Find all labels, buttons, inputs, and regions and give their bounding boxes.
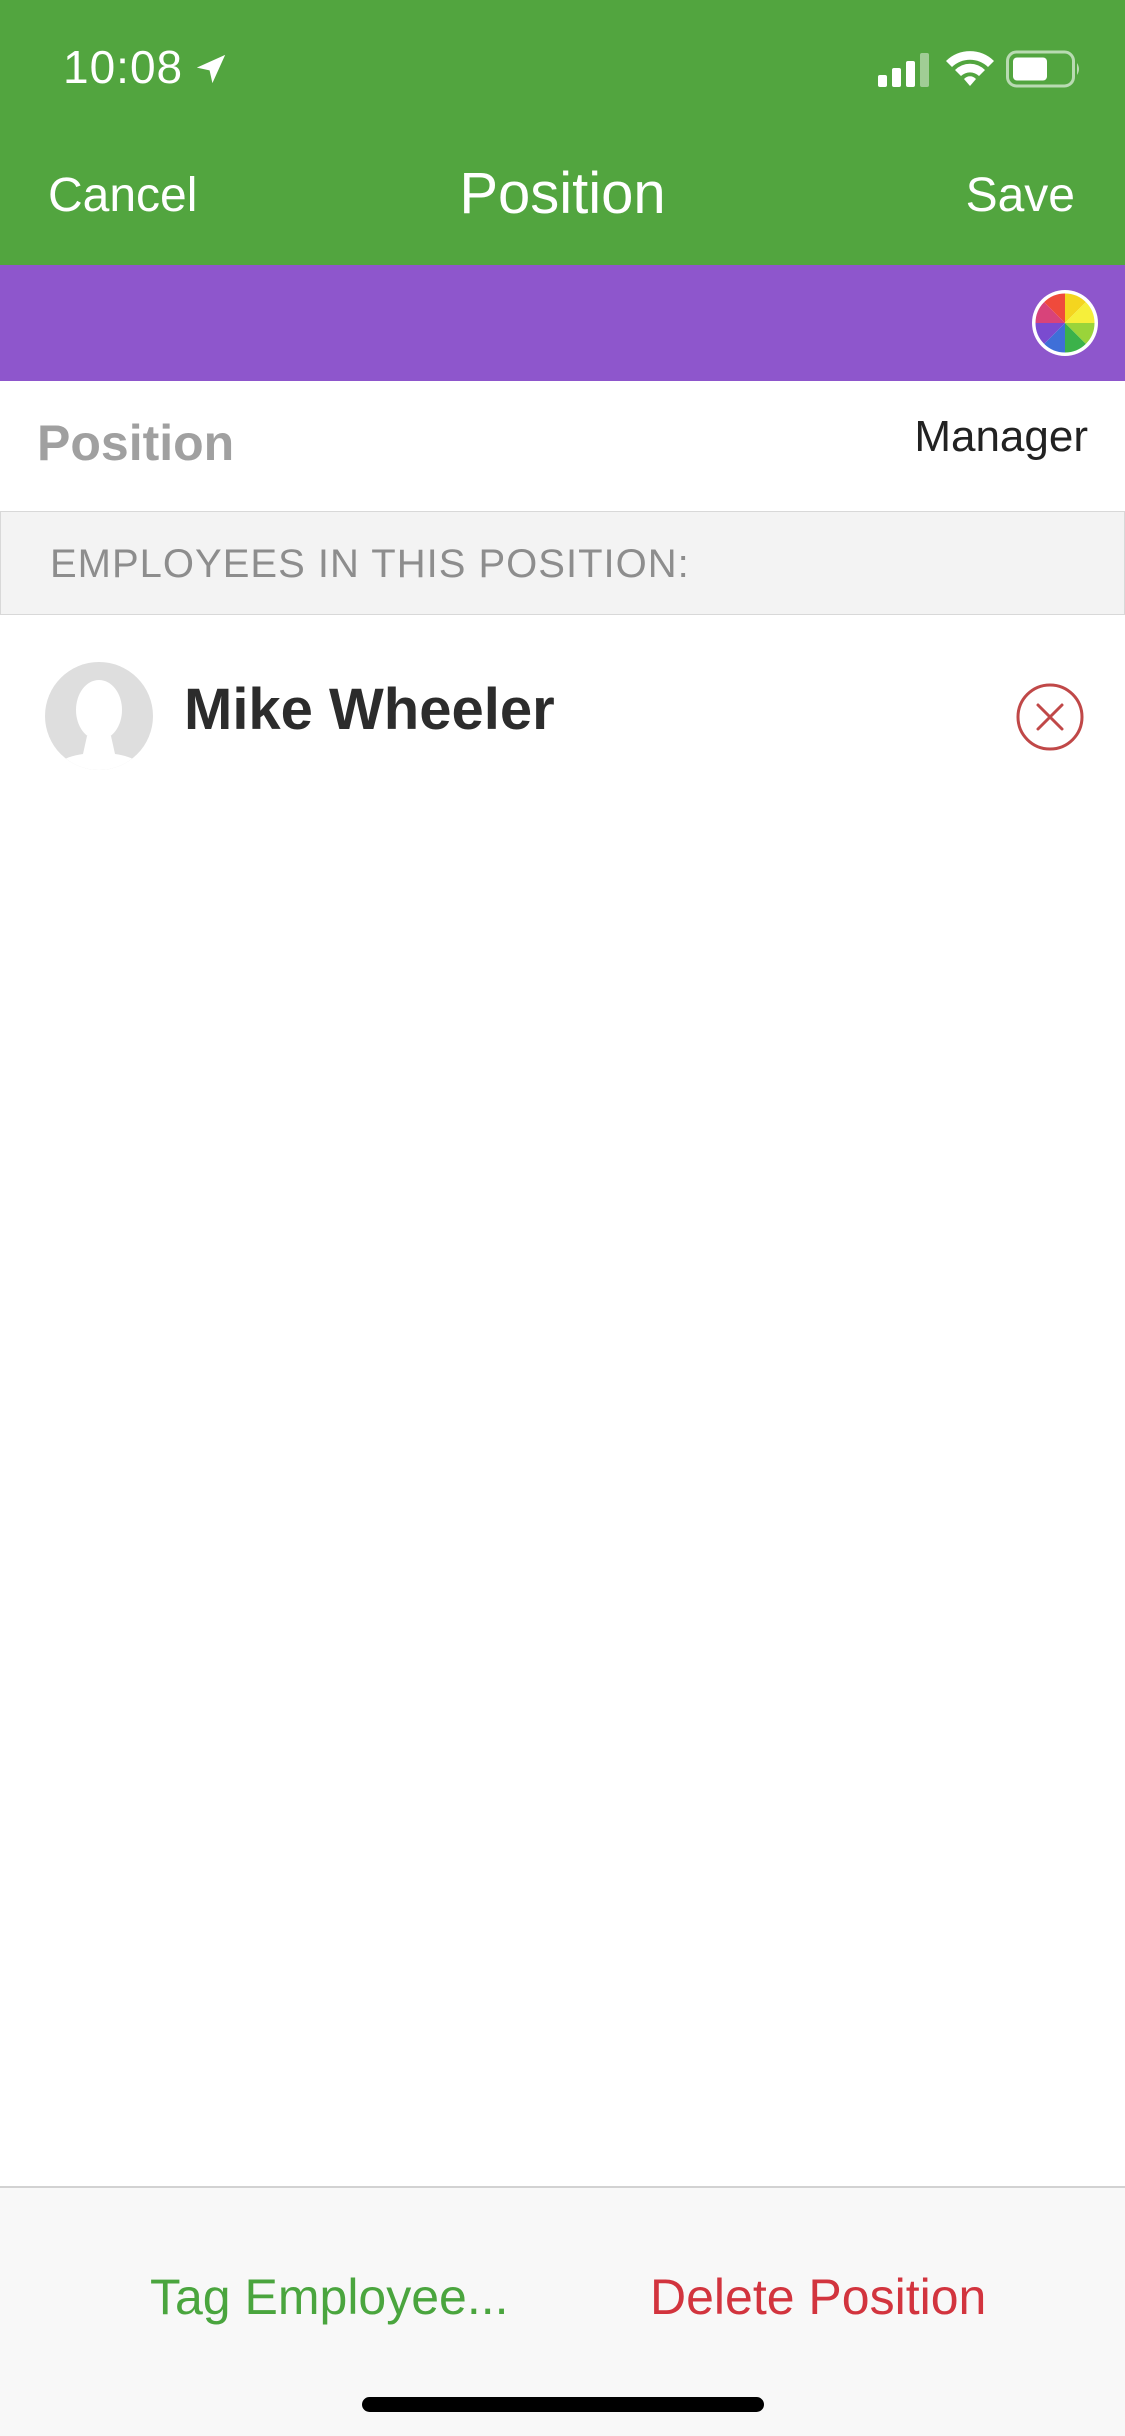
header: 10:08 Cancel Position Save <box>0 0 1125 265</box>
color-picker-icon[interactable] <box>1031 289 1099 357</box>
employees-section-header: EMPLOYEES IN THIS POSITION: <box>0 511 1125 615</box>
position-name-input[interactable] <box>586 411 1090 463</box>
position-edit-screen: 10:08 Cancel Position Save Position Mana… <box>0 0 1125 2436</box>
battery-icon <box>1006 50 1079 88</box>
status-time: 10:08 <box>63 41 184 93</box>
home-indicator <box>362 2397 764 2412</box>
delete-position-button[interactable]: Delete Position <box>650 2268 986 2326</box>
default-avatar-icon <box>45 662 153 770</box>
location-arrow-icon <box>196 54 226 84</box>
position-field-label: Position <box>37 415 235 471</box>
cellular-signal-icon <box>878 53 929 87</box>
wifi-icon <box>946 51 994 86</box>
list-item[interactable]: Mike Wheeler <box>0 614 1125 814</box>
position-color-strip <box>0 265 1125 381</box>
employee-name: Mike Wheeler <box>184 677 555 742</box>
page-title: Position <box>459 161 666 226</box>
remove-employee-icon[interactable] <box>1015 682 1085 752</box>
save-button[interactable]: Save <box>966 168 1075 223</box>
tag-employee-button[interactable]: Tag Employee... <box>150 2268 509 2326</box>
section-header-label: EMPLOYEES IN THIS POSITION: <box>50 542 690 586</box>
position-field-row: Position <box>0 381 1125 511</box>
